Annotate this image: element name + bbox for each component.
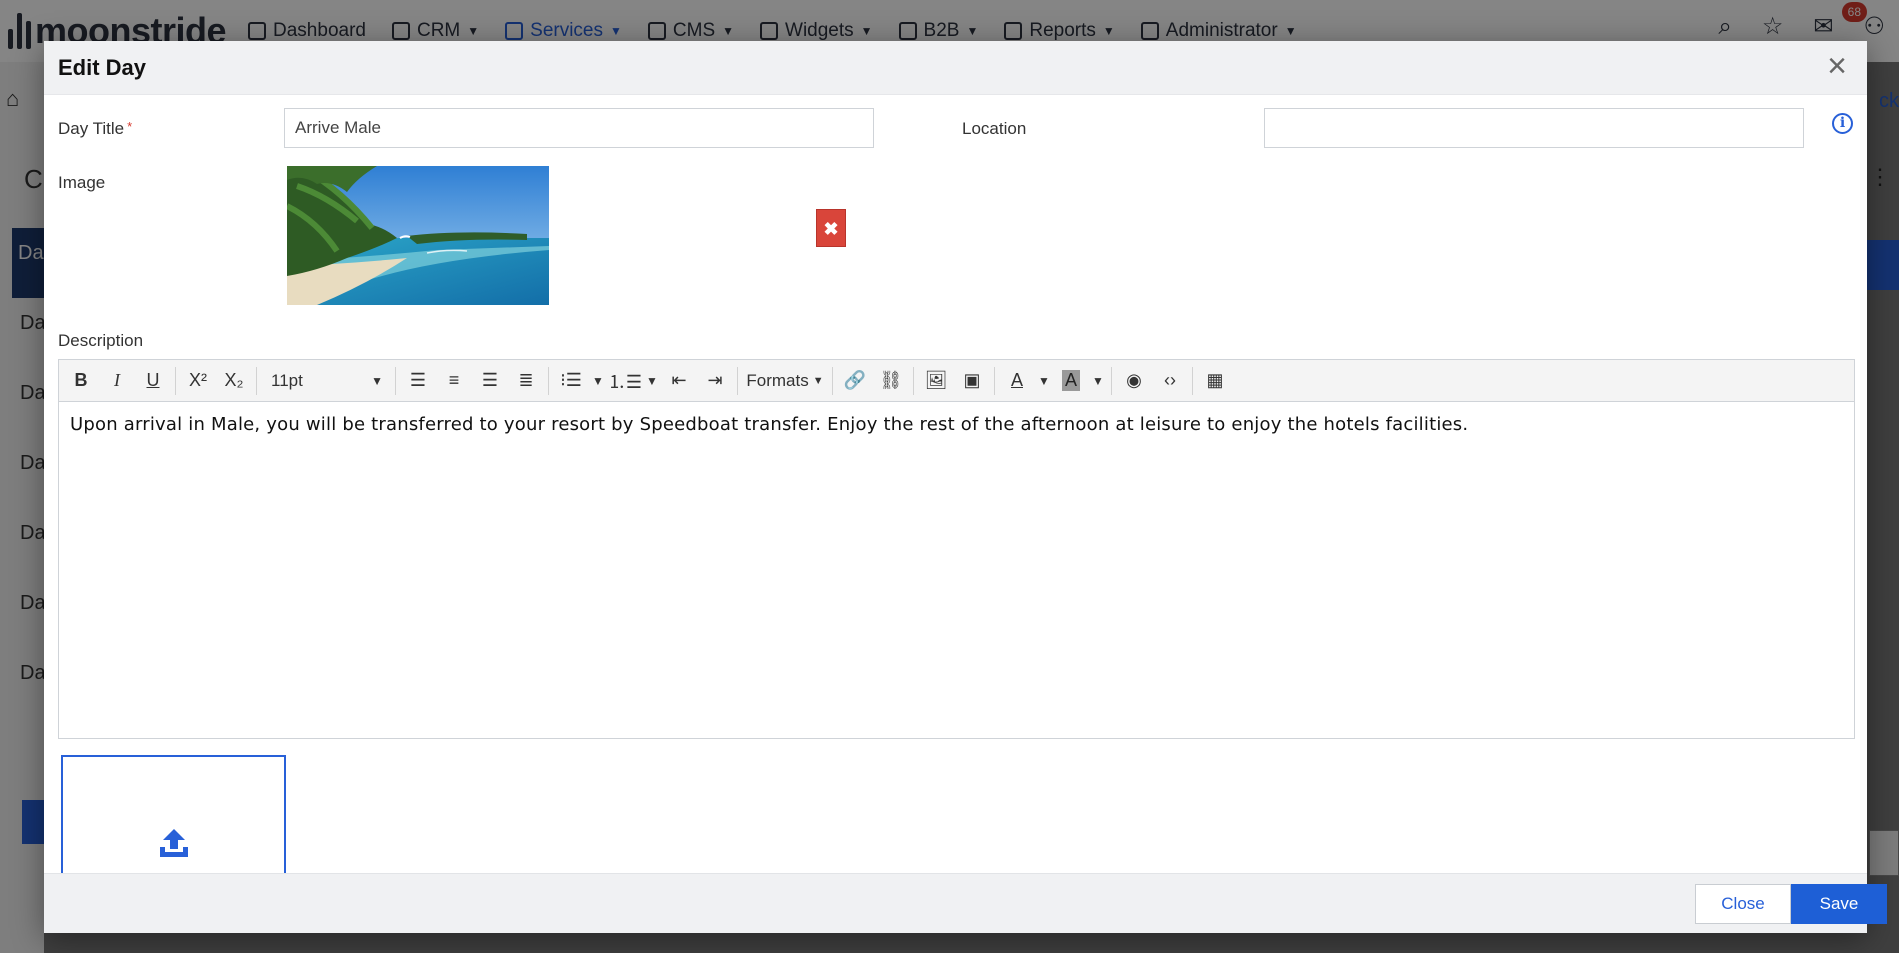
upload-icon xyxy=(160,829,188,857)
bold-icon[interactable]: B xyxy=(63,364,99,398)
text-color-icon[interactable]: A xyxy=(999,364,1035,398)
modal-title: Edit Day xyxy=(58,54,147,80)
text-color-caret-icon[interactable]: ▼ xyxy=(1035,364,1053,398)
source-code-icon[interactable]: ‹› xyxy=(1152,364,1188,398)
align-left-icon[interactable]: ☰ xyxy=(400,364,436,398)
toolbar-divider xyxy=(548,366,549,395)
toolbar-divider xyxy=(737,366,738,395)
toolbar-divider xyxy=(1111,366,1112,395)
preview-eye-icon[interactable]: ◉ xyxy=(1116,364,1152,398)
background-color-caret-icon[interactable]: ▼ xyxy=(1089,364,1107,398)
caret-down-icon: ▼ xyxy=(812,374,824,387)
align-right-icon[interactable]: ☰ xyxy=(472,364,508,398)
subscript-icon[interactable]: X₂ xyxy=(216,364,252,398)
modal-footer: Close Save xyxy=(44,873,1887,933)
upload-dropzone[interactable] xyxy=(61,755,286,885)
day-title-label: Day Title * xyxy=(58,119,132,139)
font-size-value: 11pt xyxy=(271,370,303,390)
caret-down-icon: ▼ xyxy=(371,373,383,388)
insert-media-icon[interactable]: ▣ xyxy=(954,364,990,398)
edit-day-modal: Edit Day × Day Title* Location i Image xyxy=(44,41,1887,933)
save-button[interactable]: Save xyxy=(1791,884,1887,924)
superscript-icon[interactable]: X² xyxy=(180,364,216,398)
toolbar-divider xyxy=(913,366,914,395)
indent-icon[interactable]: ⇥ xyxy=(697,364,733,398)
editor-toolbar: B I U X² X₂ 11pt ▼ ☰ ≡ ☰ ≣ ⁝☰ ▼ ⒈☰ ▼ ⇤ ⇥ xyxy=(59,360,1854,402)
close-icon: ✖ xyxy=(823,219,839,239)
day-image-thumbnail[interactable] xyxy=(287,166,549,305)
day-title-input[interactable] xyxy=(284,108,874,148)
toolbar-divider xyxy=(175,366,176,395)
beach-image xyxy=(287,166,549,305)
align-center-icon[interactable]: ≡ xyxy=(436,364,472,398)
italic-icon[interactable]: I xyxy=(99,364,135,398)
unlink-icon[interactable]: ⛓ xyxy=(873,364,909,398)
location-input[interactable] xyxy=(1264,108,1804,148)
location-label: Location xyxy=(962,119,1027,138)
modal-header: Edit Day × xyxy=(44,41,1867,95)
toolbar-divider xyxy=(832,366,833,395)
close-button[interactable]: Close xyxy=(1695,884,1791,924)
bullet-list-icon[interactable]: ⁝☰ xyxy=(553,364,589,398)
toolbar-divider xyxy=(1192,366,1193,395)
formats-dropdown[interactable]: Formats ▼ xyxy=(742,364,828,398)
toolbar-divider xyxy=(256,366,257,395)
required-asterisk: * xyxy=(127,119,133,134)
day-title-label-text: Day Title xyxy=(58,119,125,138)
numbered-list-icon[interactable]: ⒈☰ xyxy=(607,364,643,398)
numbered-list-caret-icon[interactable]: ▼ xyxy=(643,364,661,398)
editor-content[interactable]: Upon arrival in Male, you will be transf… xyxy=(59,402,1854,447)
background-color-icon[interactable]: A xyxy=(1053,364,1089,398)
align-justify-icon[interactable]: ≣ xyxy=(508,364,544,398)
insert-image-icon[interactable]: 🖼 xyxy=(918,364,954,398)
toolbar-divider xyxy=(994,366,995,395)
image-label: Image xyxy=(58,173,106,192)
formats-label: Formats xyxy=(746,370,809,390)
link-icon[interactable]: 🔗 xyxy=(837,364,873,398)
close-icon[interactable]: × xyxy=(1827,49,1847,83)
rich-text-editor: B I U X² X₂ 11pt ▼ ☰ ≡ ☰ ≣ ⁝☰ ▼ ⒈☰ ▼ ⇤ ⇥ xyxy=(58,359,1855,739)
table-icon[interactable]: ▦ xyxy=(1197,364,1233,398)
remove-image-button[interactable]: ✖ xyxy=(816,209,846,247)
font-size-select[interactable]: 11pt ▼ xyxy=(261,364,391,398)
info-icon[interactable]: i xyxy=(1832,113,1853,134)
toolbar-divider xyxy=(395,366,396,395)
underline-icon[interactable]: U xyxy=(135,364,171,398)
description-label: Description xyxy=(58,331,144,350)
bullet-list-caret-icon[interactable]: ▼ xyxy=(589,364,607,398)
outdent-icon[interactable]: ⇤ xyxy=(661,364,697,398)
